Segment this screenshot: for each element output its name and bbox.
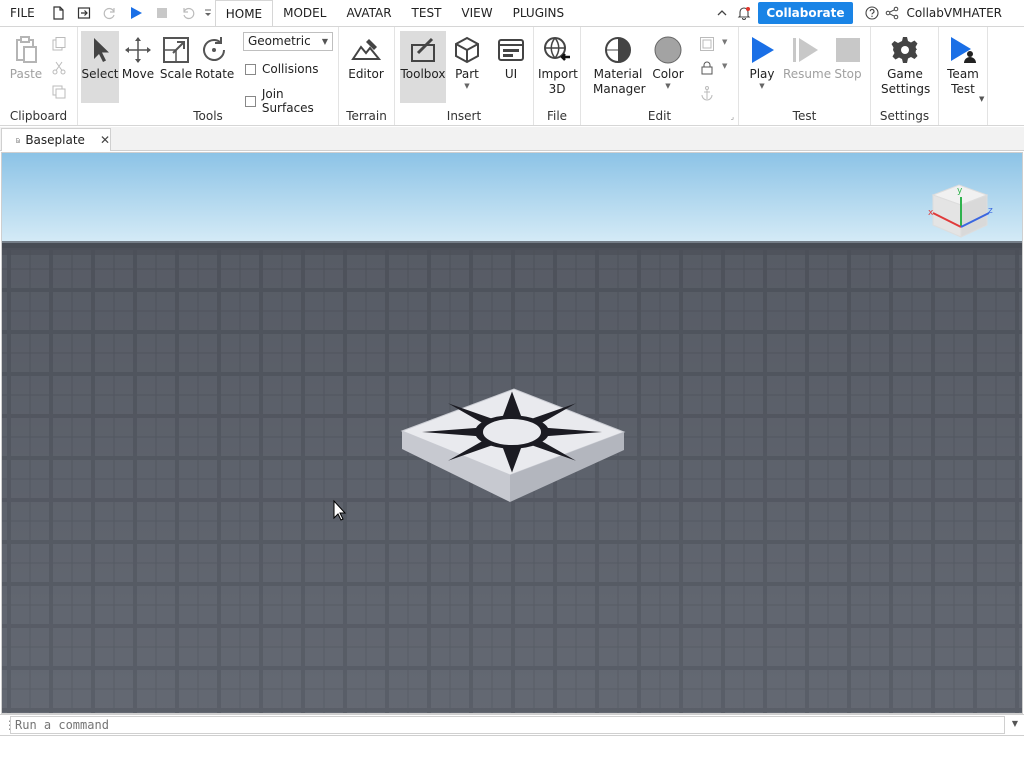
copy-icon[interactable]	[51, 36, 67, 52]
toolbox-button[interactable]: Toolbox	[400, 31, 446, 103]
group-insert: Toolbox Part ▼ UI Insert	[395, 27, 534, 125]
play-icon	[752, 37, 774, 63]
command-bar: ⋮ ▼	[0, 714, 1024, 736]
3d-viewport[interactable]: x z y	[1, 152, 1023, 714]
new-file-icon[interactable]	[45, 0, 71, 26]
group-file: Import 3D File	[534, 27, 581, 125]
svg-text:z: z	[988, 206, 993, 216]
ribbon: Paste Clipboard Select Move Scale Rotate…	[0, 26, 1024, 126]
play-quick-icon[interactable]	[123, 0, 149, 26]
game-settings-button[interactable]: Game Settings	[881, 31, 930, 103]
quick-access-toolbar	[45, 0, 215, 26]
viewport-scene: x z y	[2, 153, 1022, 713]
menu-test[interactable]: TEST	[402, 0, 452, 26]
resume-button[interactable]: Resume	[783, 31, 831, 103]
collaborate-button[interactable]: Collaborate	[758, 2, 853, 24]
paste-icon	[16, 36, 37, 63]
tab-baseplate[interactable]: Baseplate ✕	[1, 128, 111, 151]
color-swatch-icon	[654, 36, 682, 64]
close-tab-icon[interactable]: ✕	[100, 133, 110, 147]
material-manager-button[interactable]: Material Manager	[593, 31, 646, 103]
chevron-down-icon: ▼	[464, 82, 470, 90]
team-test-icon	[951, 37, 976, 63]
stop-icon	[836, 38, 860, 62]
group-tools: Select Move Scale Rotate Geometric ▼ Col…	[78, 27, 339, 125]
paste-button[interactable]: Paste	[7, 31, 45, 103]
help-icon[interactable]	[861, 0, 883, 26]
team-test-button[interactable]: Team Test	[944, 31, 982, 103]
collapse-ribbon-icon[interactable]	[710, 0, 734, 26]
move-tool-button[interactable]: Move	[119, 31, 157, 103]
part-cube-icon	[455, 36, 479, 64]
menu-bar-right: Collaborate CollabVMHATER	[710, 0, 1024, 26]
group-team-test: Team Test ▼	[939, 27, 988, 125]
select-tool-button[interactable]: Select	[81, 31, 119, 103]
move-mode-dropdown[interactable]: Geometric ▼	[243, 32, 333, 51]
menu-file[interactable]: FILE	[0, 0, 45, 26]
menu-avatar[interactable]: AVATAR	[336, 0, 401, 26]
stop-button[interactable]: Stop	[829, 31, 867, 103]
terrain-editor-icon	[351, 39, 381, 60]
chevron-down-icon: ▼	[759, 82, 765, 90]
join-surfaces-checkbox[interactable]	[245, 95, 256, 107]
rotate-tool-button[interactable]: Rotate	[195, 31, 234, 103]
import-3d-button[interactable]: Import 3D	[538, 31, 578, 103]
chevron-down-icon: ▼	[321, 37, 328, 46]
duplicate-icon[interactable]	[51, 84, 67, 100]
menu-view[interactable]: VIEW	[451, 0, 502, 26]
toolbox-icon	[411, 37, 435, 62]
undo-icon[interactable]	[175, 0, 201, 26]
chevron-down-icon[interactable]: ▼	[722, 62, 727, 70]
move-arrows-icon	[125, 37, 151, 63]
menu-bar: FILE HOME MODEL AVATAR TEST VIEW PLUGINS	[0, 0, 1024, 27]
svg-text:x: x	[928, 208, 934, 218]
cut-icon[interactable]	[51, 60, 67, 76]
customize-quick-access-icon[interactable]	[201, 0, 215, 26]
group-terrain: Editor Terrain	[339, 27, 395, 125]
group-icon[interactable]	[699, 36, 715, 52]
collisions-toggle[interactable]: Collisions	[245, 62, 319, 76]
share-icon[interactable]	[883, 0, 901, 26]
chevron-down-icon[interactable]: ▼	[722, 38, 727, 46]
username-label[interactable]: CollabVMHATER	[901, 6, 1024, 20]
rotate-icon	[203, 37, 225, 61]
play-button[interactable]: Play ▼	[743, 31, 781, 103]
menu-model[interactable]: MODEL	[273, 0, 336, 26]
group-settings: Game Settings Settings	[871, 27, 939, 125]
collisions-checkbox[interactable]	[245, 63, 256, 75]
group-edit: Material Manager Color ▼ ▼ ▼ ⌟ Edit	[581, 27, 739, 125]
select-cursor-icon	[94, 38, 109, 62]
sky	[2, 153, 1022, 245]
place-file-icon	[16, 137, 20, 143]
terrain-editor-button[interactable]: Editor	[347, 31, 385, 103]
ui-window-icon	[498, 39, 524, 61]
command-input[interactable]	[10, 716, 1005, 734]
lock-icon[interactable]	[699, 60, 715, 76]
import-3d-icon	[544, 37, 570, 61]
material-manager-icon	[605, 37, 631, 63]
chevron-down-icon[interactable]: ▼	[1012, 719, 1018, 728]
insert-part-button[interactable]: Part ▼	[448, 31, 486, 103]
color-button[interactable]: Color ▼	[649, 31, 687, 103]
scale-tool-button[interactable]: Scale	[157, 31, 195, 103]
menu-home[interactable]: HOME	[214, 0, 274, 27]
document-tab-strip: Baseplate ✕	[0, 127, 1024, 151]
status-area	[0, 736, 1024, 768]
group-test: Play ▼ Resume Stop Test	[739, 27, 871, 125]
scale-icon	[163, 37, 189, 63]
svg-text:y: y	[957, 186, 963, 196]
insert-ui-button[interactable]: UI	[492, 31, 530, 103]
group-clipboard: Paste Clipboard	[0, 27, 78, 125]
menu-plugins[interactable]: PLUGINS	[503, 0, 575, 26]
gear-icon	[891, 37, 918, 63]
chevron-down-icon[interactable]: ▼	[979, 95, 984, 103]
stop-quick-icon[interactable]	[149, 0, 175, 26]
anchor-icon[interactable]	[699, 85, 715, 101]
publish-icon[interactable]	[71, 0, 97, 26]
notification-bell-icon[interactable]	[734, 0, 754, 26]
chevron-down-icon: ▼	[665, 82, 671, 90]
resume-icon	[793, 38, 818, 62]
redo-icon[interactable]	[97, 0, 123, 26]
